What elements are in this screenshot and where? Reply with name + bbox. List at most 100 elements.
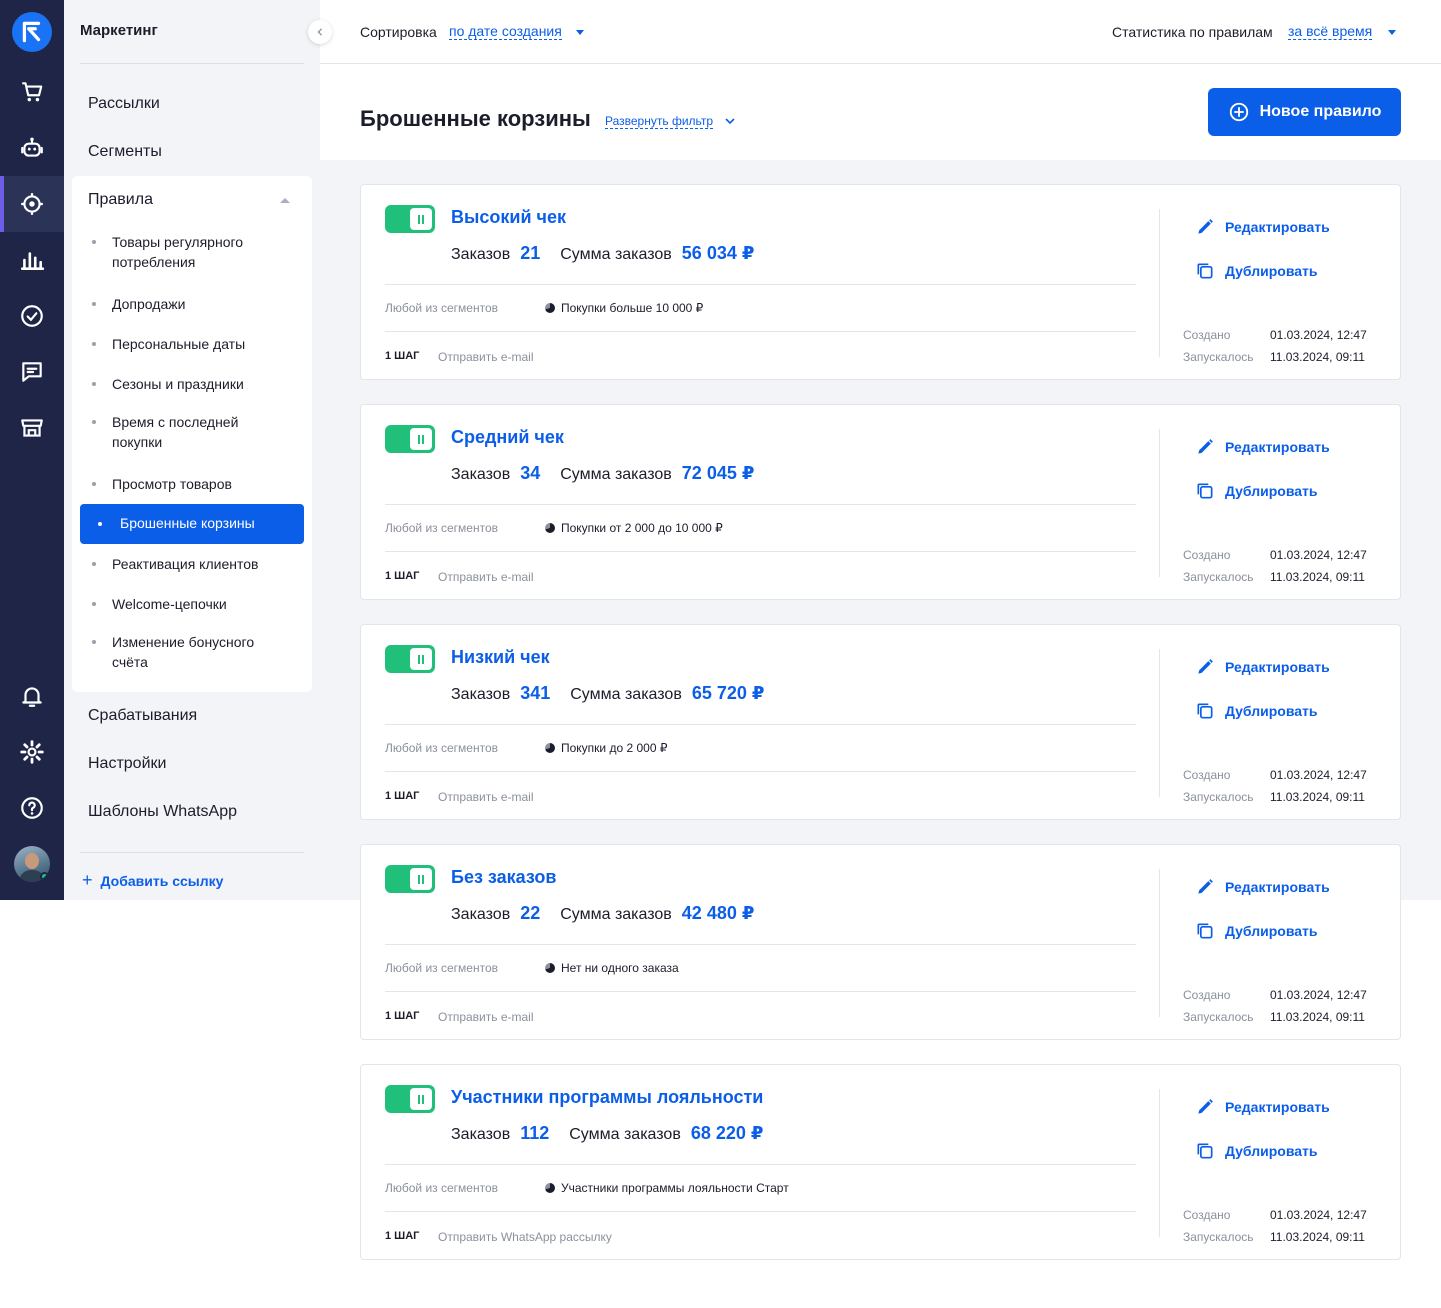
chart-icon[interactable] bbox=[0, 236, 64, 284]
rule-title[interactable]: Без заказов bbox=[451, 867, 556, 888]
edit-label: Редактировать bbox=[1225, 879, 1330, 895]
sub-item-welcome[interactable]: Welcome-цепочки bbox=[92, 594, 282, 614]
avatar[interactable] bbox=[14, 846, 50, 882]
rule-title[interactable]: Низкий чек bbox=[451, 647, 550, 668]
chat-icon[interactable] bbox=[0, 348, 64, 396]
plus-icon: + bbox=[82, 870, 93, 890]
launched-label: Запускалось bbox=[1183, 1010, 1254, 1024]
target-icon[interactable] bbox=[0, 176, 64, 232]
rule-title[interactable]: Участники программы лояльности bbox=[451, 1087, 763, 1108]
segment-name: Покупки больше 10 000 ₽ bbox=[561, 301, 704, 315]
vertical-divider bbox=[1159, 209, 1160, 357]
edit-label: Редактировать bbox=[1225, 219, 1330, 235]
sub-item-bonus-change[interactable]: Изменение бонусного счёта bbox=[92, 632, 282, 672]
store-icon[interactable] bbox=[0, 404, 64, 452]
sidebar-item-rules[interactable]: Правила bbox=[88, 191, 153, 209]
collapse-sidebar-button[interactable] bbox=[308, 20, 332, 44]
sub-item-personal-dates[interactable]: Персональные даты bbox=[92, 334, 282, 354]
rule-toggle[interactable] bbox=[385, 205, 435, 233]
sub-item-reactivation[interactable]: Реактивация клиентов bbox=[92, 554, 282, 574]
step-action: Отправить e-mail bbox=[438, 790, 534, 804]
sum-label: Сумма заказов bbox=[560, 246, 672, 263]
duplicate-label: Дублировать bbox=[1225, 703, 1318, 719]
expand-filter-link[interactable]: Развернуть фильтр bbox=[605, 115, 714, 129]
sub-item-upsell[interactable]: Допродажи bbox=[92, 294, 282, 314]
created-date: 01.03.2024, 12:47 bbox=[1270, 988, 1367, 1002]
segment-chip[interactable]: Покупки от 2 000 до 10 000 ₽ bbox=[545, 521, 723, 535]
duplicate-button[interactable]: Дублировать bbox=[1195, 261, 1318, 281]
gear-icon[interactable] bbox=[0, 728, 64, 776]
sub-item-time-since-purchase[interactable]: Время с последней покупки bbox=[92, 412, 282, 452]
add-link-label: Добавить ссылку bbox=[100, 873, 224, 889]
segment-chip[interactable]: Покупки до 2 000 ₽ bbox=[545, 741, 667, 755]
stats-period-dropdown[interactable]: за всё время bbox=[1288, 24, 1373, 40]
rule-toggle[interactable] bbox=[385, 1085, 435, 1113]
sub-item-regular-goods[interactable]: Товары регулярного потребления bbox=[92, 232, 282, 272]
rule-toggle[interactable] bbox=[385, 645, 435, 673]
pause-icon bbox=[410, 648, 432, 670]
sub-item-abandoned-carts[interactable]: Брошенные корзины bbox=[80, 504, 304, 544]
edit-button[interactable]: Редактировать bbox=[1195, 657, 1330, 677]
edit-label: Редактировать bbox=[1225, 1099, 1330, 1115]
segment-chip[interactable]: Участники программы лояльности Старт bbox=[545, 1181, 789, 1195]
sidebar-item-whatsapp-templates[interactable]: Шаблоны WhatsApp bbox=[88, 803, 237, 821]
app-logo-icon[interactable] bbox=[12, 12, 52, 52]
duplicate-button[interactable]: Дублировать bbox=[1195, 481, 1318, 501]
step-label: 1 ШАГ bbox=[385, 570, 420, 582]
page-header: Брошенные корзины Развернуть фильтр Ново… bbox=[320, 64, 1441, 160]
bell-icon[interactable] bbox=[0, 672, 64, 720]
sub-item-seasons[interactable]: Сезоны и праздники bbox=[92, 374, 282, 394]
edit-button[interactable]: Редактировать bbox=[1195, 437, 1330, 457]
sort-dropdown[interactable]: по дате создания bbox=[449, 24, 562, 40]
rule-stats: Заказов 341 Сумма заказов 65 720 ₽ bbox=[451, 683, 764, 704]
sidebar-item-settings[interactable]: Настройки bbox=[88, 755, 166, 773]
check-icon[interactable] bbox=[0, 292, 64, 340]
rule-title[interactable]: Высокий чек bbox=[451, 207, 566, 228]
collapse-caret-icon[interactable] bbox=[280, 198, 290, 203]
sidebar-item-triggers[interactable]: Срабатывания bbox=[88, 707, 197, 725]
help-icon[interactable] bbox=[0, 784, 64, 832]
rule-toggle[interactable] bbox=[385, 865, 435, 893]
duplicate-button[interactable]: Дублировать bbox=[1195, 701, 1318, 721]
rule-card: Участники программы лояльности Заказов 1… bbox=[360, 1064, 1401, 1260]
step-label: 1 ШАГ bbox=[385, 350, 420, 362]
segments-label: Любой из сегментов bbox=[385, 961, 499, 975]
rule-toggle[interactable] bbox=[385, 425, 435, 453]
pencil-icon bbox=[1198, 219, 1213, 234]
copy-icon bbox=[1197, 703, 1213, 719]
pencil-icon bbox=[1198, 1099, 1213, 1114]
segment-pie-icon bbox=[545, 963, 555, 973]
chevron-down-icon[interactable] bbox=[725, 116, 735, 126]
orders-count: 21 bbox=[520, 243, 541, 263]
divider bbox=[385, 551, 1136, 552]
edit-button[interactable]: Редактировать bbox=[1195, 217, 1330, 237]
duplicate-button[interactable]: Дублировать bbox=[1195, 921, 1318, 941]
divider bbox=[80, 852, 304, 853]
caret-down-icon[interactable] bbox=[576, 30, 584, 35]
top-bar: Сортировка по дате создания Статистика п… bbox=[320, 0, 1441, 64]
created-date: 01.03.2024, 12:47 bbox=[1270, 328, 1367, 342]
rule-stats: Заказов 112 Сумма заказов 68 220 ₽ bbox=[451, 1123, 763, 1144]
cart-icon[interactable] bbox=[0, 68, 64, 116]
edit-button[interactable]: Редактировать bbox=[1195, 877, 1330, 897]
launched-label: Запускалось bbox=[1183, 790, 1254, 804]
launched-date: 11.03.2024, 09:11 bbox=[1270, 1010, 1365, 1024]
sidebar-item-mailings[interactable]: Рассылки bbox=[88, 95, 160, 113]
segment-name: Нет ни одного заказа bbox=[561, 961, 679, 975]
orders-label: Заказов bbox=[451, 246, 511, 263]
pencil-icon bbox=[1198, 439, 1213, 454]
edit-button[interactable]: Редактировать bbox=[1195, 1097, 1330, 1117]
add-link-button[interactable]: + Добавить ссылку bbox=[82, 870, 223, 891]
segment-chip[interactable]: Нет ни одного заказа bbox=[545, 961, 679, 975]
sub-item-product-views[interactable]: Просмотр товаров bbox=[92, 474, 282, 494]
segment-chip[interactable]: Покупки больше 10 000 ₽ bbox=[545, 301, 703, 315]
robot-icon[interactable] bbox=[0, 124, 64, 172]
caret-down-icon[interactable] bbox=[1388, 30, 1396, 35]
divider bbox=[385, 724, 1136, 725]
new-rule-button[interactable]: Новое правило bbox=[1208, 88, 1401, 136]
sidebar-item-segments[interactable]: Сегменты bbox=[88, 143, 162, 161]
vertical-divider bbox=[1159, 649, 1160, 797]
duplicate-button[interactable]: Дублировать bbox=[1195, 1141, 1318, 1161]
segment-name: Участники программы лояльности Старт bbox=[561, 1181, 789, 1195]
rule-title[interactable]: Средний чек bbox=[451, 427, 564, 448]
